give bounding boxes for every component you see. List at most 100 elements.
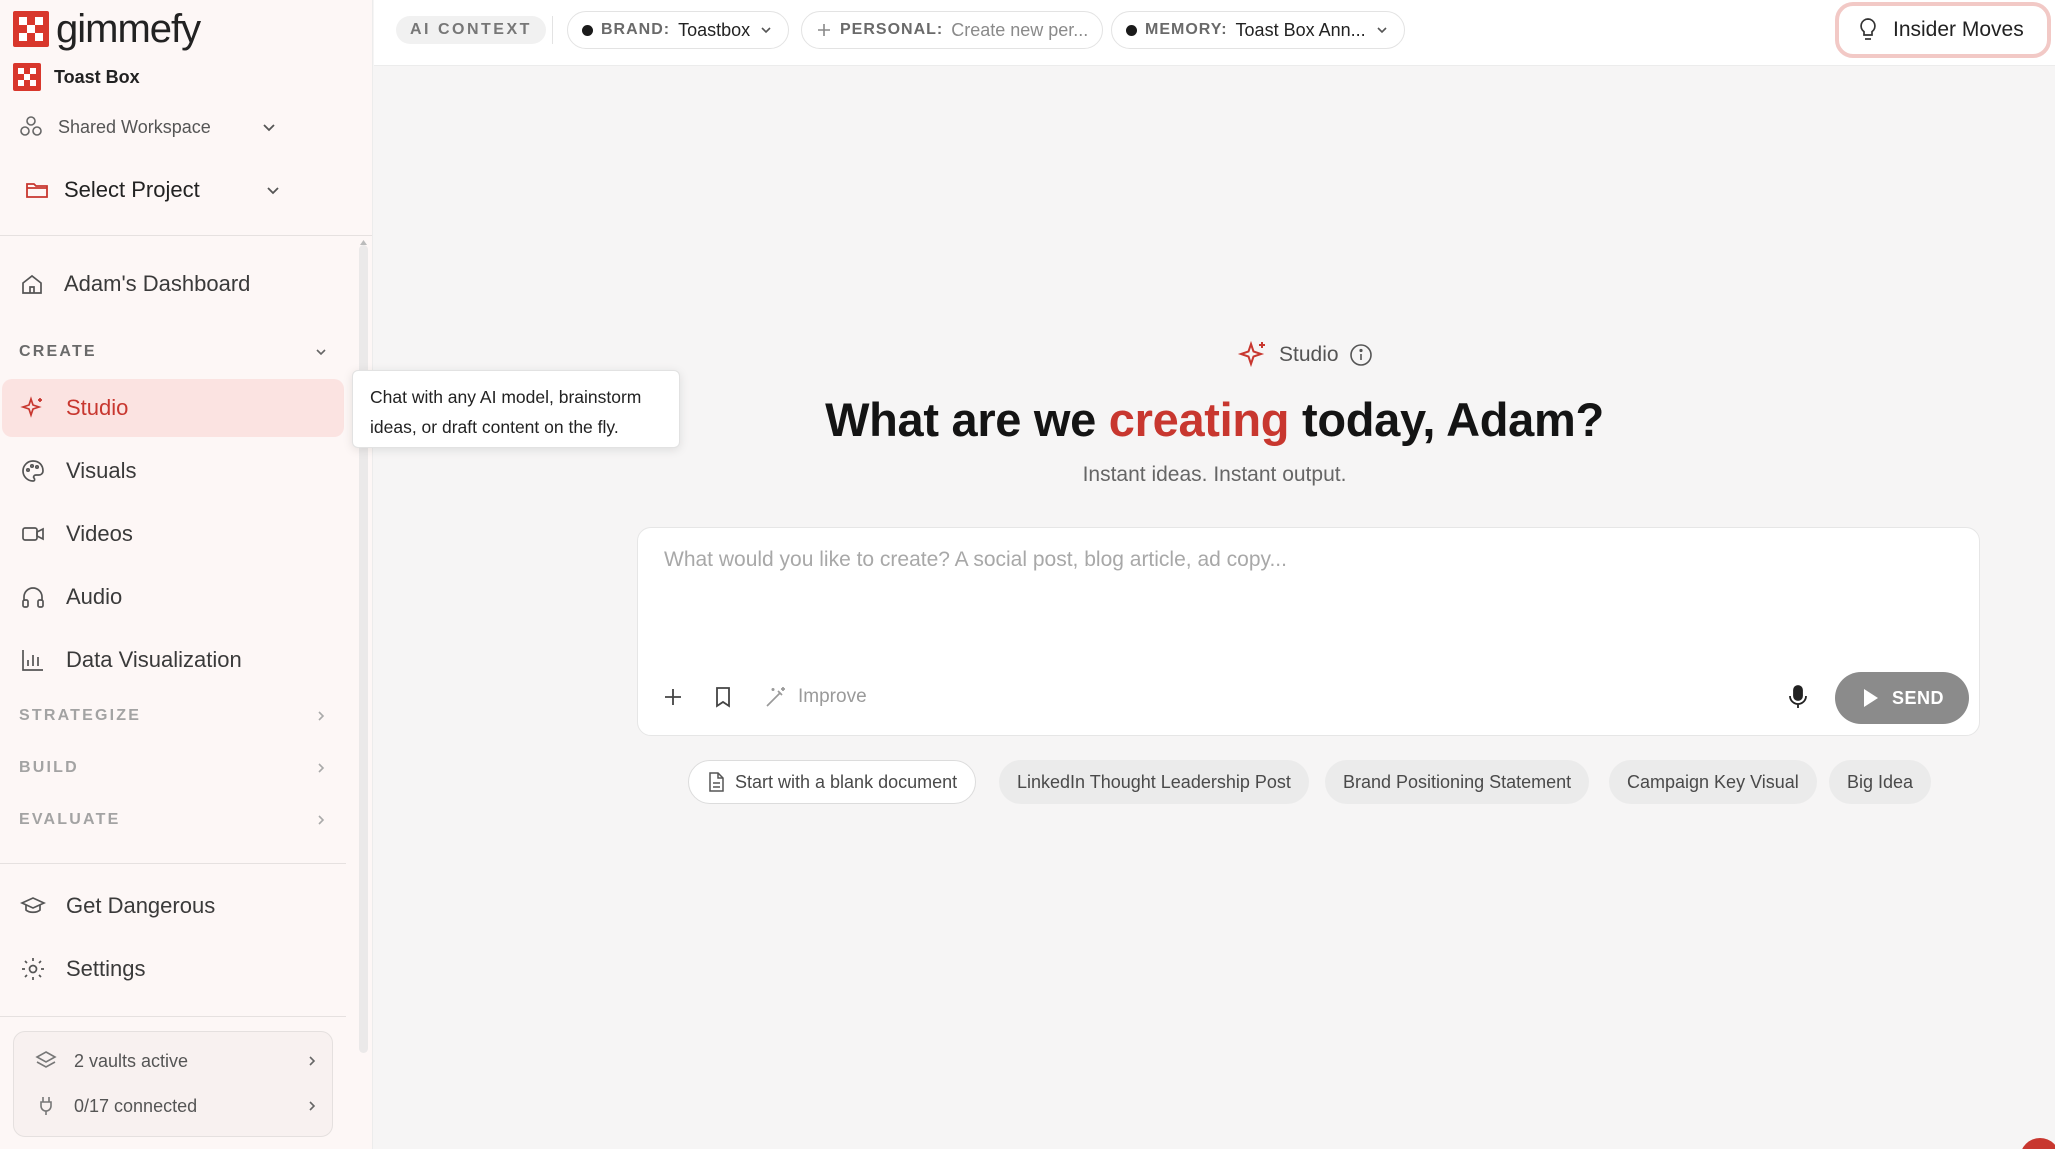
chevron-down-icon [267, 187, 279, 195]
suggestion-chip[interactable]: Campaign Key Visual [1609, 760, 1817, 804]
section-label: CREATE [19, 343, 97, 360]
nav-audio[interactable]: Audio [2, 568, 344, 626]
suggestion-chip[interactable]: LinkedIn Thought Leadership Post [999, 760, 1309, 804]
chevron-down-icon [316, 349, 326, 356]
video-camera-icon [22, 527, 44, 541]
org-name: Toast Box [54, 66, 140, 87]
nav-data-visualization[interactable]: Data Visualization [2, 631, 344, 689]
nav-studio[interactable]: Studio [2, 379, 344, 437]
section-create[interactable]: CREATE [19, 340, 329, 364]
nav-label: Studio [66, 395, 129, 420]
graduation-cap-icon [20, 897, 46, 914]
help-launcher[interactable] [2020, 1138, 2055, 1149]
sidebar-scrollbar[interactable] [359, 245, 368, 1053]
org-logo-icon [13, 63, 41, 91]
suggestion-blank-document[interactable]: Start with a blank document [688, 760, 977, 804]
suggestion-chip[interactable]: Big Idea [1829, 760, 1932, 804]
chip-value: Toast Box Ann... [1235, 19, 1366, 40]
suggestion-label: LinkedIn Thought Leadership Post [1017, 771, 1291, 792]
chevron-down-icon [1377, 27, 1387, 34]
suggestion-label: Brand Positioning Statement [1343, 771, 1572, 792]
section-build[interactable]: BUILD [19, 756, 329, 780]
gimmefy-logo-icon [13, 11, 49, 47]
separator [552, 16, 553, 44]
vaults-panel: 2 vaults active 0/17 connected [13, 1031, 333, 1137]
nav-label: Audio [66, 584, 123, 609]
bar-chart-icon [22, 650, 43, 671]
chip-key: MEMORY: [1145, 21, 1228, 38]
nav-label: Adam's Dashboard [64, 271, 251, 296]
add-attachment-button[interactable] [662, 682, 684, 712]
suggestion-label: Campaign Key Visual [1627, 771, 1799, 792]
insider-moves-button[interactable]: Insider Moves [1835, 2, 2051, 58]
chip-key: BRAND: [601, 21, 671, 38]
lightbulb-icon [1860, 18, 1876, 40]
section-evaluate[interactable]: EVALUATE [19, 808, 329, 832]
chevron-down-icon [263, 124, 275, 132]
prompt-input[interactable] [664, 548, 1954, 628]
microphone-button[interactable] [1787, 682, 1809, 712]
nav-dashboard[interactable]: Adam's Dashboard [2, 255, 344, 313]
brand-chip[interactable]: BRAND: Toastbox [567, 11, 790, 49]
divider [0, 235, 372, 236]
sidebar: gimmefy Toast Box Shared Workspace Selec… [0, 0, 373, 1149]
memory-chip[interactable]: MEMORY: Toast Box Ann... [1111, 11, 1405, 49]
nav-settings[interactable]: Settings [2, 940, 344, 998]
nav-label: Data Visualization [66, 647, 242, 672]
headline-post: today, Adam? [1301, 393, 1604, 446]
connected-row[interactable]: 0/17 connected [34, 1091, 320, 1121]
ai-context-tag: AI CONTEXT [396, 16, 546, 44]
info-icon[interactable] [1349, 343, 1373, 367]
connected-label: 0/17 connected [74, 1095, 198, 1116]
status-dot [582, 24, 593, 36]
insider-label: Insider Moves [1893, 18, 2024, 41]
home-icon [22, 274, 42, 294]
composer: Improve SEND [637, 527, 1980, 736]
magic-wand-icon [766, 687, 785, 707]
improve-label: Improve [798, 686, 867, 707]
plus-icon [665, 689, 681, 705]
chevron-right-icon [318, 711, 325, 721]
bookmark-icon [716, 687, 730, 708]
section-strategize[interactable]: STRATEGIZE [19, 704, 329, 728]
chip-value: Create new per... [951, 19, 1089, 40]
nav-label: Get Dangerous [66, 893, 216, 918]
top-bar: AI CONTEXT BRAND: Toastbox PERSONAL: Cre… [374, 0, 2055, 66]
chevron-right-icon [309, 1101, 316, 1111]
personal-chip[interactable]: PERSONAL: Create new per... [801, 11, 1104, 49]
microphone-icon [1789, 685, 1807, 708]
improve-button[interactable]: Improve [764, 682, 867, 712]
workspace-selector[interactable]: Shared Workspace [18, 113, 278, 141]
divider [0, 1016, 346, 1017]
section-label: EVALUATE [19, 811, 121, 828]
send-label: SEND [1891, 687, 1944, 708]
suggestion-chip[interactable]: Brand Positioning Statement [1325, 760, 1590, 804]
nav-label: Settings [66, 956, 146, 981]
palette-icon [22, 460, 44, 482]
workspace-icon [20, 116, 42, 136]
vaults-label: 2 vaults active [74, 1050, 189, 1071]
vaults-active-row[interactable]: 2 vaults active [34, 1046, 320, 1076]
bookmark-button[interactable] [712, 682, 734, 712]
folder-icon [26, 183, 48, 198]
sparkle-icon [20, 396, 42, 418]
play-icon [1863, 689, 1878, 707]
org-switcher[interactable]: Toast Box [12, 62, 140, 92]
nav-videos[interactable]: Videos [2, 505, 344, 563]
headphones-icon [22, 587, 44, 608]
plus-icon [818, 24, 830, 36]
page-subtitle: Instant ideas. Instant output. [1082, 463, 1347, 486]
chip-value: Toastbox [678, 19, 751, 40]
nav-get-dangerous[interactable]: Get Dangerous [2, 877, 344, 935]
document-icon [709, 772, 724, 792]
status-dot [1126, 24, 1137, 36]
project-selector[interactable]: Select Project [24, 172, 282, 208]
project-label: Select Project [64, 177, 200, 202]
headline-accent: creating [1108, 393, 1290, 446]
chevron-right-icon [318, 763, 325, 773]
studio-title: Studio [1237, 339, 1373, 371]
send-button[interactable]: SEND [1835, 672, 1969, 724]
section-label: STRATEGIZE [19, 707, 142, 724]
brand-logo[interactable]: gimmefy [12, 9, 201, 49]
nav-visuals[interactable]: Visuals [2, 442, 344, 500]
